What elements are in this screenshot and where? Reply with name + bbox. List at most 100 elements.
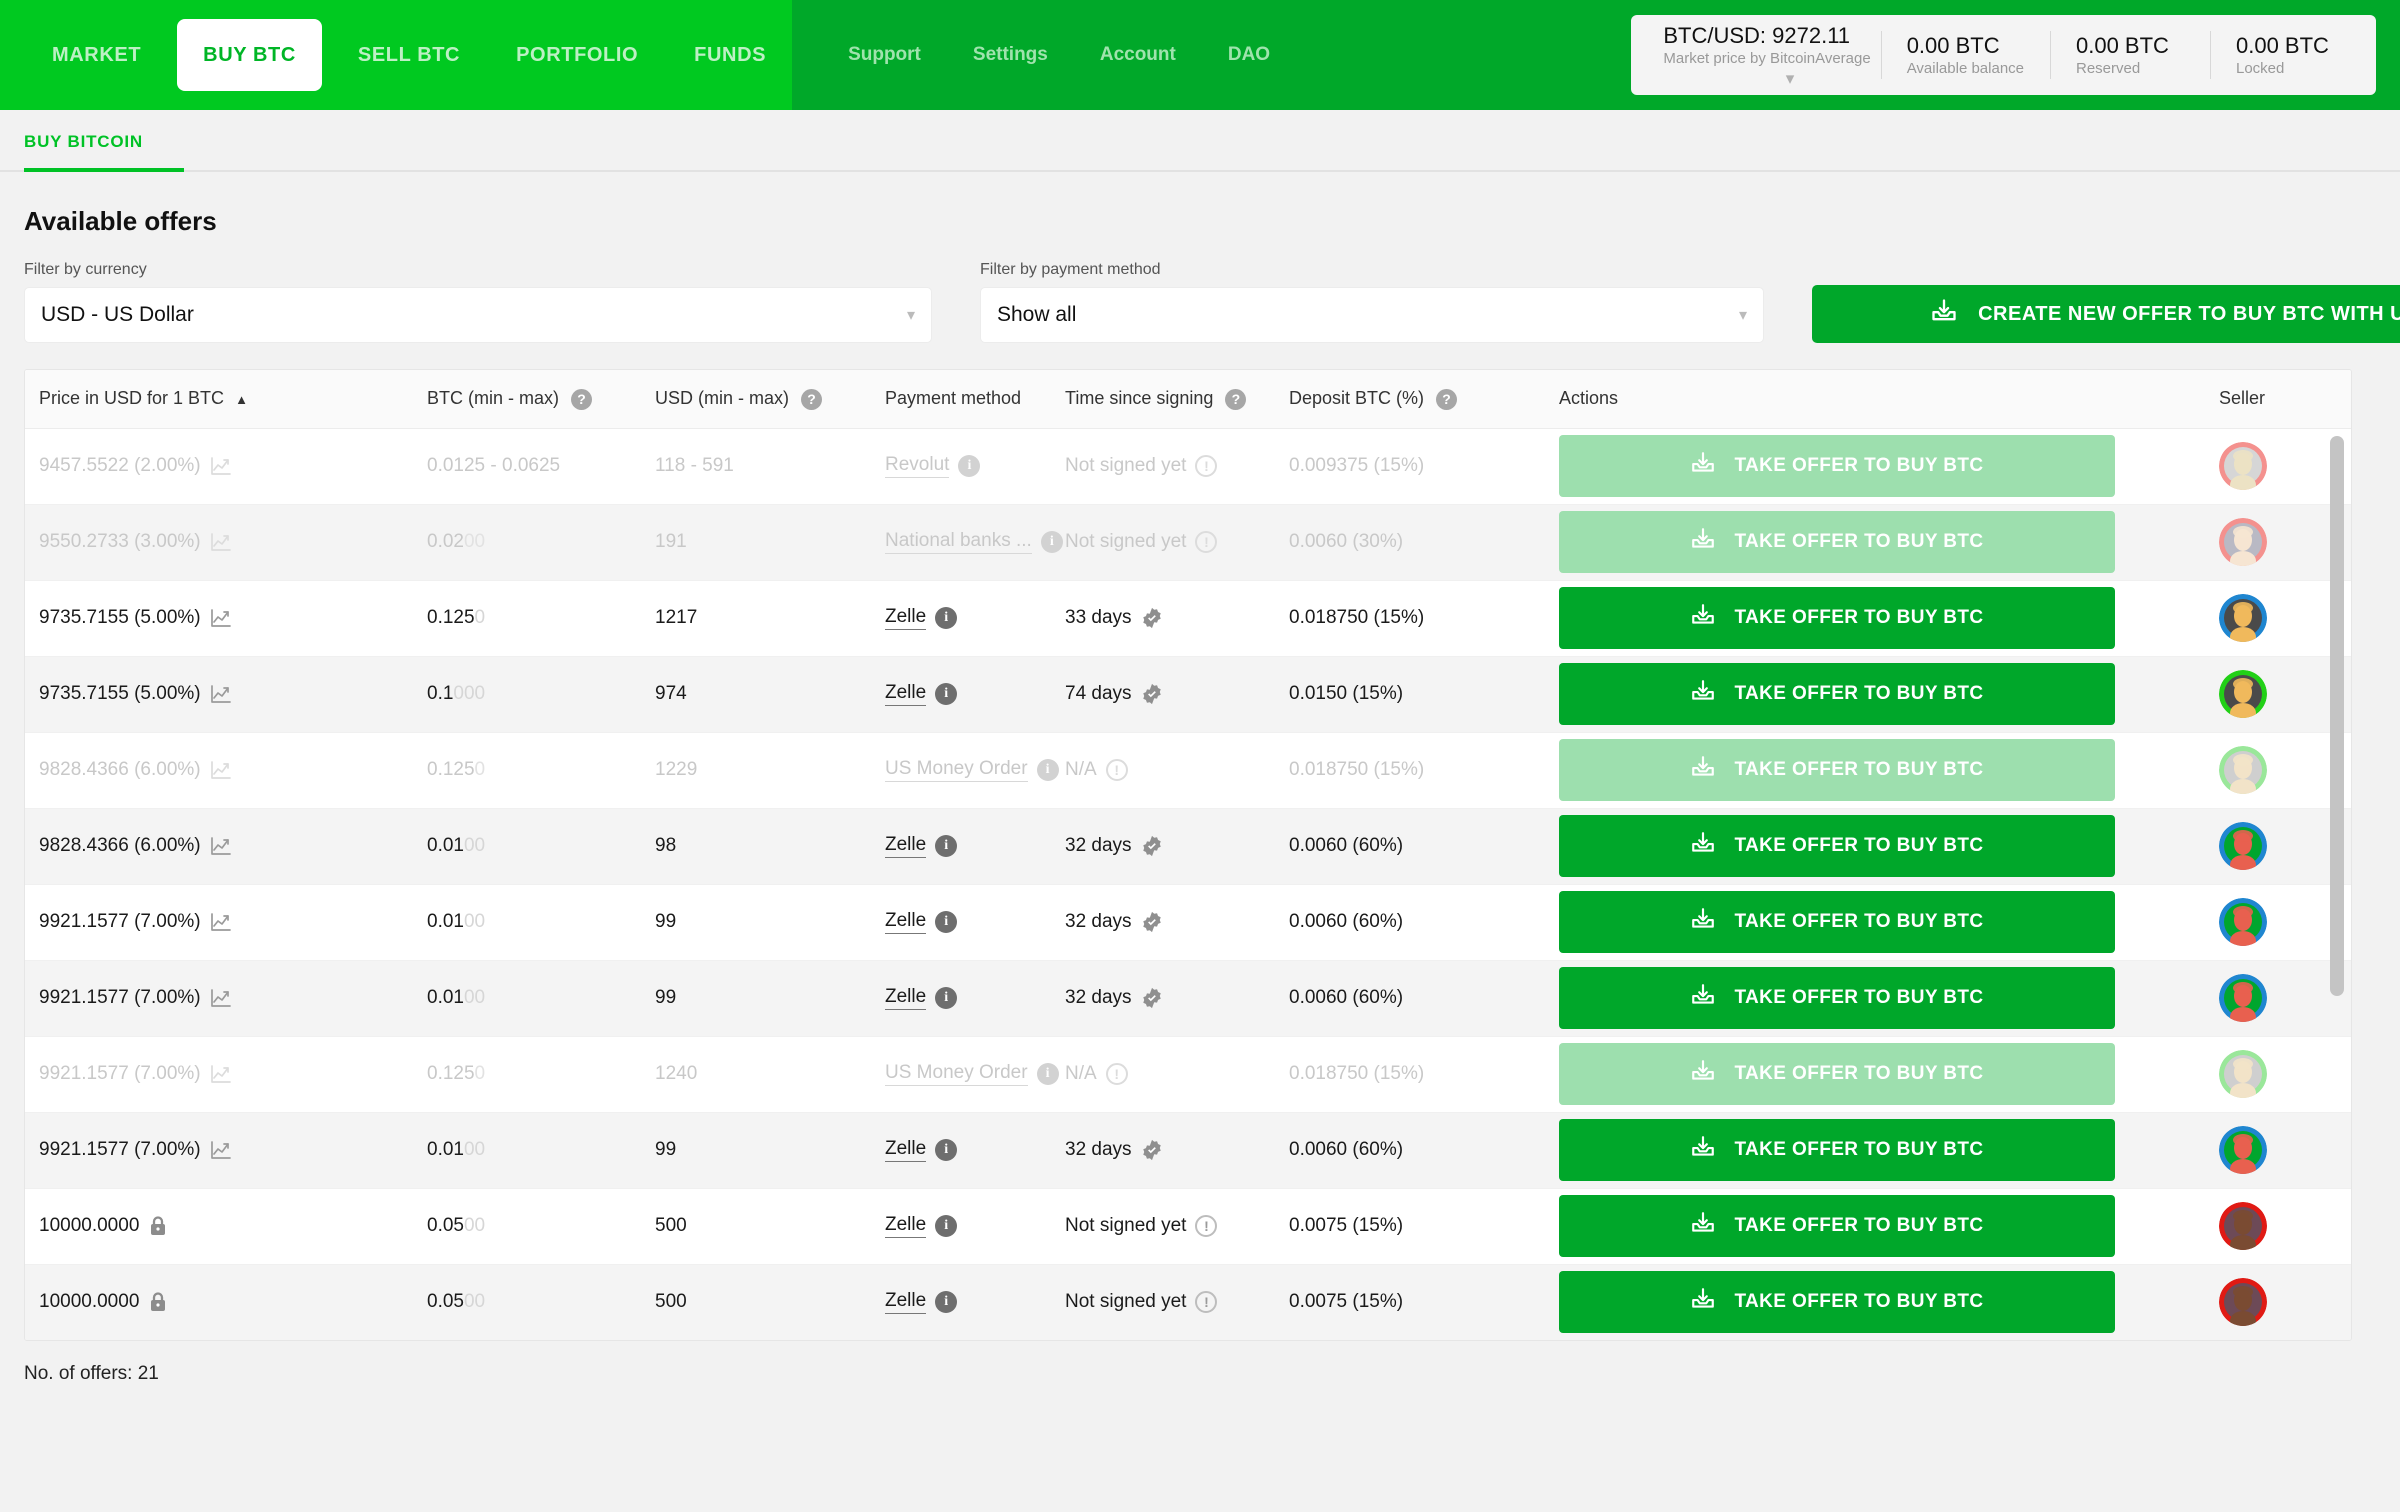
sort-ascending-icon[interactable]: ▲ bbox=[235, 392, 248, 407]
avatar[interactable] bbox=[2219, 822, 2267, 870]
header-time-since-signing[interactable]: Time since signing ? bbox=[1051, 370, 1275, 429]
payment-method-link[interactable]: Zelle bbox=[885, 1214, 927, 1238]
avatar[interactable] bbox=[2219, 594, 2267, 642]
take-offer-button[interactable]: TAKE OFFER TO BUY BTC bbox=[1559, 663, 2115, 725]
avatar[interactable] bbox=[2219, 974, 2267, 1022]
price-chart-icon[interactable] bbox=[210, 532, 232, 552]
info-icon[interactable]: i bbox=[935, 987, 958, 1009]
info-icon[interactable]: i bbox=[935, 1139, 958, 1161]
info-icon[interactable]: i bbox=[935, 1291, 958, 1313]
avatar[interactable] bbox=[2219, 1202, 2267, 1250]
payment-method-link[interactable]: US Money Order bbox=[885, 758, 1028, 782]
take-offer-button[interactable]: TAKE OFFER TO BUY BTC bbox=[1559, 1119, 2115, 1181]
cell-usd-range: 98 bbox=[641, 808, 871, 885]
info-icon[interactable]: i bbox=[1040, 531, 1063, 553]
info-icon[interactable]: i bbox=[935, 683, 958, 705]
payment-method-link[interactable]: Zelle bbox=[885, 1290, 927, 1314]
help-icon[interactable]: ? bbox=[1436, 388, 1458, 410]
info-icon[interactable]: i bbox=[935, 911, 958, 933]
price-chart-icon[interactable] bbox=[210, 836, 232, 856]
cell-usd-range: 118 - 591 bbox=[641, 428, 871, 505]
price-chart-icon[interactable] bbox=[210, 912, 232, 932]
info-icon[interactable]: i bbox=[935, 607, 958, 629]
payment-method-link[interactable]: US Money Order bbox=[885, 1062, 1028, 1086]
payment-filter-select[interactable]: Show all ▾ bbox=[980, 287, 1764, 343]
take-offer-button[interactable]: TAKE OFFER TO BUY BTC bbox=[1559, 739, 2115, 801]
nav-item-portfolio[interactable]: PORTFOLIO bbox=[488, 0, 666, 110]
price-chart-icon[interactable] bbox=[210, 608, 232, 628]
market-summary-bar: BTC/USD: 9272.11 Market price by Bitcoin… bbox=[1631, 15, 2376, 95]
nav-item-settings[interactable]: Settings bbox=[947, 0, 1074, 110]
info-icon[interactable]: i bbox=[1036, 759, 1059, 781]
nav-item-account[interactable]: Account bbox=[1074, 0, 1202, 110]
avatar[interactable] bbox=[2219, 670, 2267, 718]
fixed-price-lock-icon[interactable] bbox=[148, 1291, 168, 1313]
help-icon[interactable]: ? bbox=[1225, 388, 1247, 410]
payment-method-link[interactable]: Zelle bbox=[885, 834, 927, 858]
nav-item-funds[interactable]: FUNDS bbox=[666, 0, 794, 110]
market-price-selector[interactable]: BTC/USD: 9272.11 Market price by Bitcoin… bbox=[1637, 15, 1880, 95]
info-icon[interactable]: i bbox=[1036, 1063, 1059, 1085]
cell-usd-range: 500 bbox=[641, 1188, 871, 1265]
table-scrollbar[interactable] bbox=[2330, 436, 2344, 1316]
take-offer-button[interactable]: TAKE OFFER TO BUY BTC bbox=[1559, 435, 2115, 497]
info-icon[interactable]: i bbox=[935, 835, 958, 857]
header-payment-method[interactable]: Payment method bbox=[871, 370, 1051, 429]
avatar[interactable] bbox=[2219, 1278, 2267, 1326]
avatar[interactable] bbox=[2219, 1126, 2267, 1174]
nav-item-sell-btc[interactable]: SELL BTC bbox=[330, 0, 488, 110]
take-offer-button[interactable]: TAKE OFFER TO BUY BTC bbox=[1559, 587, 2115, 649]
avatar[interactable] bbox=[2219, 1050, 2267, 1098]
header-price[interactable]: Price in USD for 1 BTC ▲ bbox=[25, 370, 413, 429]
create-new-offer-button[interactable]: CREATE NEW OFFER TO BUY BTC WITH USD bbox=[1812, 285, 2400, 343]
cell-time-since-signing: 32 days bbox=[1051, 808, 1275, 885]
header-usd-range[interactable]: USD (min - max) ? bbox=[641, 370, 871, 429]
nav-item-dao[interactable]: DAO bbox=[1202, 0, 1296, 110]
price-chart-icon[interactable] bbox=[210, 1064, 232, 1084]
payment-method-link[interactable]: Zelle bbox=[885, 986, 927, 1010]
chevron-down-icon[interactable]: ▾ bbox=[1786, 69, 1795, 89]
time-value: 32 days bbox=[1065, 835, 1132, 856]
payment-method-link[interactable]: Zelle bbox=[885, 682, 927, 706]
cell-btc-range: 0.0100 bbox=[413, 808, 641, 885]
nav-item-support[interactable]: Support bbox=[822, 0, 947, 110]
header-btc-range[interactable]: BTC (min - max) ? bbox=[413, 370, 641, 429]
header-deposit[interactable]: Deposit BTC (%) ? bbox=[1275, 370, 1545, 429]
price-chart-icon[interactable] bbox=[210, 1140, 232, 1160]
payment-method-link[interactable]: Zelle bbox=[885, 910, 927, 934]
chevron-down-icon[interactable]: ▾ bbox=[907, 305, 915, 325]
take-offer-button[interactable]: TAKE OFFER TO BUY BTC bbox=[1559, 891, 2115, 953]
avatar[interactable] bbox=[2219, 442, 2267, 490]
chevron-down-icon[interactable]: ▾ bbox=[1739, 305, 1747, 325]
nav-item-buy-btc[interactable]: BUY BTC bbox=[177, 19, 322, 91]
info-icon[interactable]: i bbox=[958, 455, 981, 477]
price-chart-icon[interactable] bbox=[210, 684, 232, 704]
avatar[interactable] bbox=[2219, 746, 2267, 794]
take-offer-label: TAKE OFFER TO BUY BTC bbox=[1734, 759, 1984, 780]
header-usd-label: USD (min - max) bbox=[655, 387, 789, 408]
price-chart-icon[interactable] bbox=[210, 760, 232, 780]
table-scrollbar-thumb[interactable] bbox=[2330, 436, 2344, 996]
currency-filter-select[interactable]: USD - US Dollar ▾ bbox=[24, 287, 932, 343]
payment-method-link[interactable]: Zelle bbox=[885, 606, 927, 630]
info-icon[interactable]: i bbox=[935, 1215, 958, 1237]
nav-item-market[interactable]: MARKET bbox=[24, 0, 169, 110]
take-offer-button[interactable]: TAKE OFFER TO BUY BTC bbox=[1559, 815, 2115, 877]
take-offer-button[interactable]: TAKE OFFER TO BUY BTC bbox=[1559, 1195, 2115, 1257]
fixed-price-lock-icon[interactable] bbox=[148, 1215, 168, 1237]
payment-method-link[interactable]: Revolut bbox=[885, 454, 950, 478]
tab-buy-bitcoin[interactable]: BUY BITCOIN bbox=[24, 132, 184, 172]
avatar[interactable] bbox=[2219, 518, 2267, 566]
payment-method-link[interactable]: Zelle bbox=[885, 1138, 927, 1162]
take-offer-button[interactable]: TAKE OFFER TO BUY BTC bbox=[1559, 1043, 2115, 1105]
take-offer-button[interactable]: TAKE OFFER TO BUY BTC bbox=[1559, 1271, 2115, 1333]
help-icon[interactable]: ? bbox=[571, 388, 593, 410]
take-offer-button[interactable]: TAKE OFFER TO BUY BTC bbox=[1559, 511, 2115, 573]
cell-payment-method: Zellei bbox=[871, 580, 1051, 657]
take-offer-button[interactable]: TAKE OFFER TO BUY BTC bbox=[1559, 967, 2115, 1029]
help-icon[interactable]: ? bbox=[801, 388, 823, 410]
price-chart-icon[interactable] bbox=[210, 456, 232, 476]
avatar[interactable] bbox=[2219, 898, 2267, 946]
price-chart-icon[interactable] bbox=[210, 988, 232, 1008]
payment-method-link[interactable]: National banks ... bbox=[885, 530, 1032, 554]
